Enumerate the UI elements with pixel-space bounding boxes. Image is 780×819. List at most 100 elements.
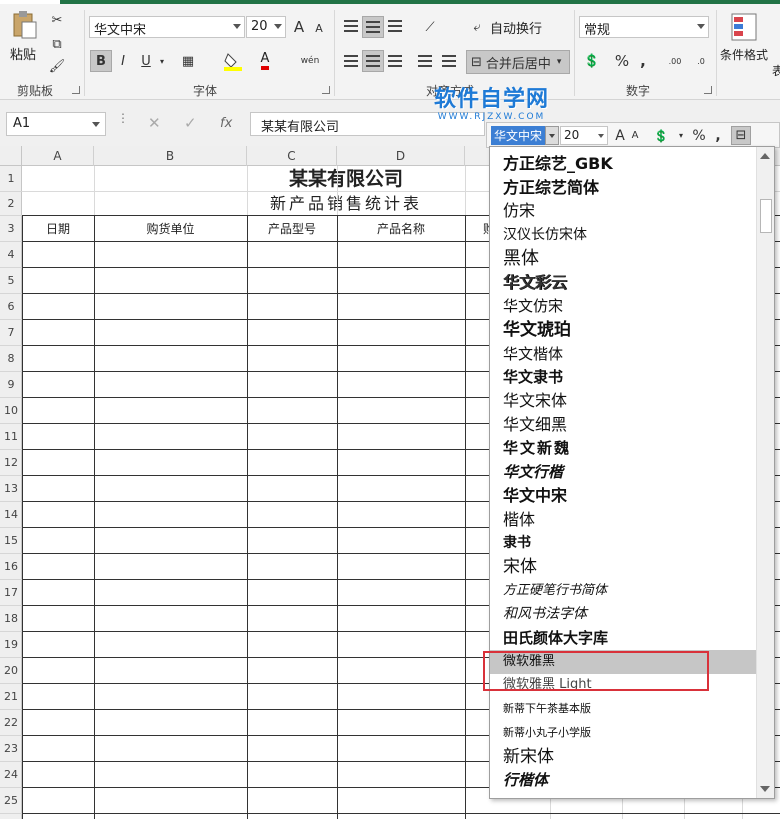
percent-button[interactable]: %: [612, 50, 632, 72]
row-header[interactable]: 15: [0, 528, 22, 554]
insert-function-button[interactable]: fx: [220, 116, 232, 131]
row-header[interactable]: 22: [0, 710, 22, 736]
font-item[interactable]: 华文隶书: [490, 365, 756, 389]
select-all-corner[interactable]: [0, 146, 22, 166]
mini-percent-button[interactable]: %: [691, 126, 707, 145]
font-item[interactable]: 华文中宋: [490, 484, 756, 508]
comma-button[interactable]: ,: [636, 50, 650, 72]
font-list-scrollbar[interactable]: [756, 147, 774, 798]
font-size-box[interactable]: 20: [246, 16, 286, 38]
font-item[interactable]: 华文琥珀: [490, 318, 756, 342]
underline-dropdown-icon[interactable]: ▾: [157, 56, 167, 66]
wrap-text-button[interactable]: 自动换行: [490, 18, 542, 37]
col-header-b[interactable]: B: [94, 146, 247, 166]
align-right-icon[interactable]: [386, 52, 404, 70]
font-item[interactable]: 楷体: [490, 508, 756, 532]
row-header[interactable]: 11: [0, 424, 22, 450]
cancel-icon[interactable]: ✕: [148, 114, 161, 132]
shrink-font-button[interactable]: A: [312, 20, 326, 36]
font-item[interactable]: 新蒂小丸子小学版: [490, 721, 756, 745]
font-color-button[interactable]: A: [256, 50, 274, 72]
row-header[interactable]: 21: [0, 684, 22, 710]
row-header[interactable]: 9: [0, 372, 22, 398]
bold-button[interactable]: B: [90, 50, 112, 72]
scroll-up-icon[interactable]: [760, 153, 770, 159]
decrease-indent-icon[interactable]: [416, 52, 434, 70]
row-header[interactable]: 24: [0, 762, 22, 788]
cut-icon[interactable]: ✂: [48, 12, 66, 28]
font-item[interactable]: 仿宋: [490, 199, 756, 223]
conditional-format-icon[interactable]: [730, 12, 758, 42]
font-item[interactable]: 新宋体: [490, 745, 756, 769]
accounting-format-icon[interactable]: 💲: [580, 50, 604, 72]
name-box[interactable]: A1: [6, 112, 106, 136]
paste-button[interactable]: 粘贴: [10, 44, 36, 63]
font-item[interactable]: 新蒂下午茶基本版: [490, 697, 756, 721]
font-item[interactable]: 华文新魏: [490, 436, 756, 460]
mini-font-dropdown-icon[interactable]: [545, 126, 559, 145]
mini-accounting-dropdown-icon[interactable]: ▾: [677, 126, 685, 145]
header-date[interactable]: 日期: [22, 216, 94, 242]
font-item[interactable]: 华文细黑: [490, 413, 756, 437]
font-item[interactable]: 方正综艺简体: [490, 176, 756, 200]
align-bottom-icon[interactable]: [386, 18, 404, 34]
font-item[interactable]: 华文仿宋: [490, 294, 756, 318]
align-middle-icon[interactable]: [362, 16, 384, 38]
decrease-decimal-icon[interactable]: .0: [690, 50, 712, 72]
clipboard-launcher-icon[interactable]: [72, 86, 80, 94]
row-header[interactable]: 23: [0, 736, 22, 762]
mini-merge-icon[interactable]: ⊟: [731, 126, 751, 145]
row-header[interactable]: 5: [0, 268, 22, 294]
conditional-format-button[interactable]: 条件格式: [720, 46, 768, 63]
font-item[interactable]: 黑体: [490, 247, 756, 271]
enter-icon[interactable]: ✓: [184, 114, 197, 132]
font-item[interactable]: 隶书: [490, 531, 756, 555]
border-icon[interactable]: ▦: [178, 50, 198, 72]
row-header[interactable]: 3: [0, 216, 22, 242]
row-header[interactable]: 13: [0, 476, 22, 502]
font-name-box[interactable]: 华文中宋: [89, 16, 245, 38]
row-header[interactable]: 14: [0, 502, 22, 528]
font-item[interactable]: 汉仪长仿宋体: [490, 223, 756, 247]
font-item[interactable]: 华文楷体: [490, 342, 756, 366]
underline-button[interactable]: U: [136, 50, 156, 72]
mini-shrink-font-button[interactable]: A: [629, 126, 641, 145]
font-item[interactable]: 华文行楷: [490, 460, 756, 484]
header-model[interactable]: 产品型号: [247, 216, 337, 242]
row-header[interactable]: 2: [0, 192, 22, 216]
align-left-icon[interactable]: [342, 52, 360, 70]
mini-accounting-icon[interactable]: 💲: [649, 126, 673, 145]
row-header[interactable]: 7: [0, 320, 22, 346]
font-item[interactable]: 宋体: [490, 555, 756, 579]
font-item[interactable]: 行楷体: [490, 768, 756, 792]
increase-indent-icon[interactable]: [440, 52, 458, 70]
font-item[interactable]: 华文宋体: [490, 389, 756, 413]
paste-icon[interactable]: [10, 10, 40, 40]
font-item[interactable]: 方正硬笔行书简体: [490, 579, 756, 603]
row-header[interactable]: 8: [0, 346, 22, 372]
row-header[interactable]: 17: [0, 580, 22, 606]
orientation-icon[interactable]: ⟋: [416, 18, 444, 36]
row-header[interactable]: 4: [0, 242, 22, 268]
row-header[interactable]: 1: [0, 166, 22, 192]
font-launcher-icon[interactable]: [322, 86, 330, 94]
mini-grow-font-button[interactable]: A: [613, 126, 627, 145]
col-header-c[interactable]: C: [247, 146, 337, 166]
font-item[interactable]: 华文彩云: [490, 271, 756, 295]
format-painter-icon[interactable]: 🖌: [48, 58, 66, 74]
row-header[interactable]: 16: [0, 554, 22, 580]
number-launcher-icon[interactable]: [704, 86, 712, 94]
align-top-icon[interactable]: [342, 18, 360, 34]
fill-color-icon[interactable]: [222, 50, 244, 72]
align-center-icon[interactable]: [362, 50, 384, 72]
font-item[interactable]: 和风书法字体: [490, 602, 756, 626]
mini-comma-button[interactable]: ,: [713, 126, 723, 145]
row-header[interactable]: 25: [0, 788, 22, 814]
wrap-text-icon[interactable]: ⤶: [468, 18, 486, 36]
mini-font-size[interactable]: 20: [560, 126, 608, 145]
row-header[interactable]: 20: [0, 658, 22, 684]
copy-icon[interactable]: ⧉: [48, 36, 66, 52]
increase-decimal-icon[interactable]: .00: [664, 50, 686, 72]
number-format-box[interactable]: 常规: [579, 16, 709, 38]
italic-button[interactable]: I: [113, 50, 133, 72]
